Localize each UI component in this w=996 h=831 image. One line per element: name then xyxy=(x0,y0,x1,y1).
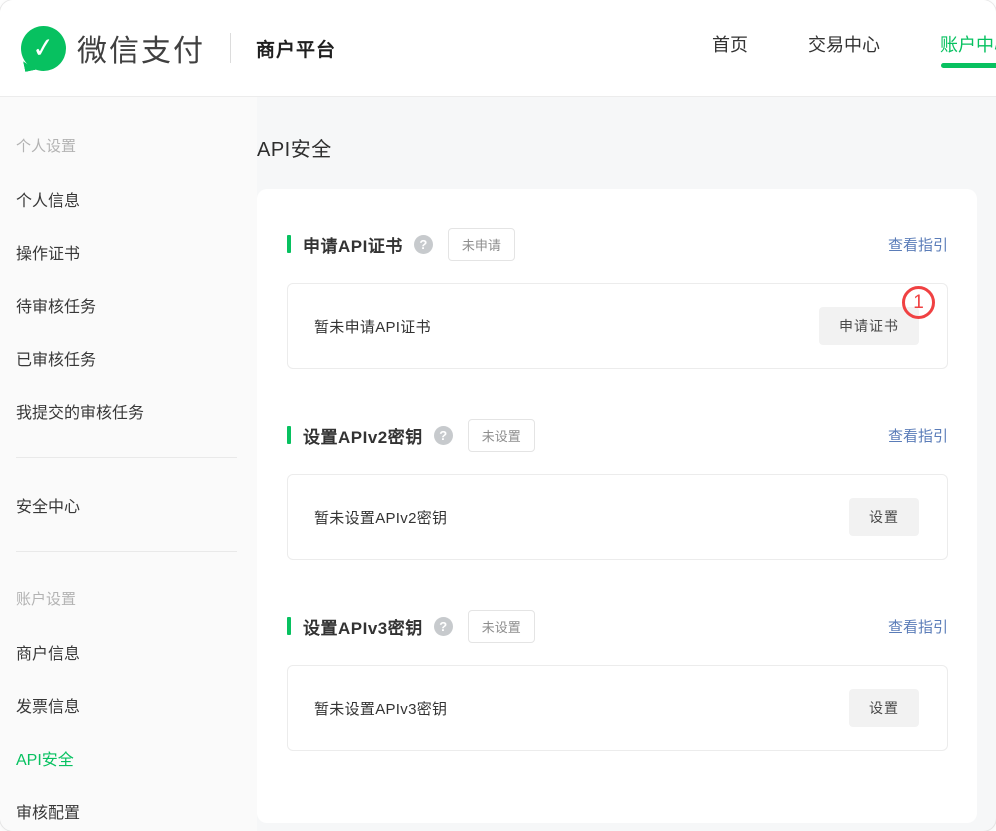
sidebar-item-invoice-info[interactable]: 发票信息 xyxy=(16,678,257,731)
section-title: 申请API证书 xyxy=(303,232,403,257)
nav-item-home[interactable]: 首页 xyxy=(712,31,748,57)
section-accent-bar xyxy=(287,235,291,253)
section-head: 申请API证书 ? 未申请 查看指引 xyxy=(287,232,948,256)
sidebar-item-security-center[interactable]: 安全中心 xyxy=(16,478,257,531)
active-nav-underline xyxy=(941,63,996,68)
section-accent-bar xyxy=(287,617,291,635)
sidebar-item-reviewed-tasks[interactable]: 已审核任务 xyxy=(16,331,257,384)
view-guide-link[interactable]: 查看指引 xyxy=(888,616,948,637)
action-wrap: 设置 xyxy=(849,689,919,727)
sidebar-group-personal-settings: 个人设置 xyxy=(16,119,257,172)
section-apiv3-key: 设置APIv3密钥 ? 未设置 查看指引 暂未设置APIv3密钥 设置 xyxy=(287,614,948,751)
section-head: 设置APIv2密钥 ? 未设置 查看指引 xyxy=(287,423,948,447)
status-badge: 未申请 xyxy=(448,228,515,261)
status-badge: 未设置 xyxy=(468,610,535,643)
action-wrap: 申请证书 1 xyxy=(819,307,919,345)
action-wrap: 设置 xyxy=(849,498,919,536)
view-guide-link[interactable]: 查看指引 xyxy=(888,234,948,255)
sidebar-item-my-submitted-review-tasks[interactable]: 我提交的审核任务 xyxy=(16,384,257,437)
sidebar-group-account-settings: 账户设置 xyxy=(16,572,257,625)
sidebar-divider xyxy=(16,551,237,552)
nav-item-account-center[interactable]: 账户中心 xyxy=(940,31,996,57)
help-icon[interactable]: ? xyxy=(434,617,453,636)
help-icon[interactable]: ? xyxy=(434,426,453,445)
section-title: 设置APIv2密钥 xyxy=(303,423,423,448)
apiv2-empty-card: 暂未设置APIv2密钥 设置 xyxy=(287,474,948,560)
page-body: 个人设置 个人信息 操作证书 待审核任务 已审核任务 我提交的审核任务 安全中心… xyxy=(0,97,996,831)
sidebar: 个人设置 个人信息 操作证书 待审核任务 已审核任务 我提交的审核任务 安全中心… xyxy=(0,97,257,831)
page-title: API安全 xyxy=(257,133,977,162)
apply-certificate-button[interactable]: 申请证书 xyxy=(819,307,919,345)
apiv3-empty-card: 暂未设置APIv3密钥 设置 xyxy=(287,665,948,751)
status-badge: 未设置 xyxy=(468,419,535,452)
set-apiv2-key-button[interactable]: 设置 xyxy=(849,498,919,536)
top-header: ✓ 微信支付 商户平台 首页 交易中心 账户中心 xyxy=(0,0,996,97)
portal-name: 商户平台 xyxy=(256,35,336,62)
set-apiv3-key-button[interactable]: 设置 xyxy=(849,689,919,727)
header-divider xyxy=(230,33,231,63)
empty-state-text: 暂未申请API证书 xyxy=(314,316,431,337)
sidebar-divider xyxy=(16,457,237,458)
section-title: 设置APIv3密钥 xyxy=(303,614,423,639)
api-security-panel: 申请API证书 ? 未申请 查看指引 暂未申请API证书 申请证书 1 xyxy=(257,189,977,823)
certificate-empty-card: 暂未申请API证书 申请证书 1 xyxy=(287,283,948,369)
empty-state-text: 暂未设置APIv2密钥 xyxy=(314,507,447,528)
checkmark-icon: ✓ xyxy=(31,33,56,62)
section-apiv2-key: 设置APIv2密钥 ? 未设置 查看指引 暂未设置APIv2密钥 设置 xyxy=(287,423,948,560)
empty-state-text: 暂未设置APIv3密钥 xyxy=(314,698,447,719)
sidebar-item-review-config[interactable]: 审核配置 xyxy=(16,784,257,831)
nav-item-account-center-label: 账户中心 xyxy=(940,35,996,55)
brand-name: 微信支付 xyxy=(77,26,205,70)
sidebar-item-pending-review-tasks[interactable]: 待审核任务 xyxy=(16,278,257,331)
merchant-platform-window: ✓ 微信支付 商户平台 首页 交易中心 账户中心 个人设置 个人信息 操作证书 … xyxy=(0,0,996,831)
sidebar-item-personal-info[interactable]: 个人信息 xyxy=(16,172,257,225)
main-content: API安全 申请API证书 ? 未申请 查看指引 暂未申请API证书 申请证书 xyxy=(257,97,996,831)
section-head: 设置APIv3密钥 ? 未设置 查看指引 xyxy=(287,614,948,638)
sidebar-item-merchant-info[interactable]: 商户信息 xyxy=(16,625,257,678)
sidebar-item-api-security[interactable]: API安全 xyxy=(16,731,257,784)
section-api-certificate: 申请API证书 ? 未申请 查看指引 暂未申请API证书 申请证书 1 xyxy=(287,232,948,369)
wechat-pay-logo-icon: ✓ xyxy=(21,26,66,71)
sidebar-item-operation-certificate[interactable]: 操作证书 xyxy=(16,225,257,278)
nav-item-transaction-center[interactable]: 交易中心 xyxy=(808,31,880,57)
section-accent-bar xyxy=(287,426,291,444)
help-icon[interactable]: ? xyxy=(414,235,433,254)
view-guide-link[interactable]: 查看指引 xyxy=(888,425,948,446)
top-nav: 首页 交易中心 账户中心 xyxy=(712,31,996,57)
